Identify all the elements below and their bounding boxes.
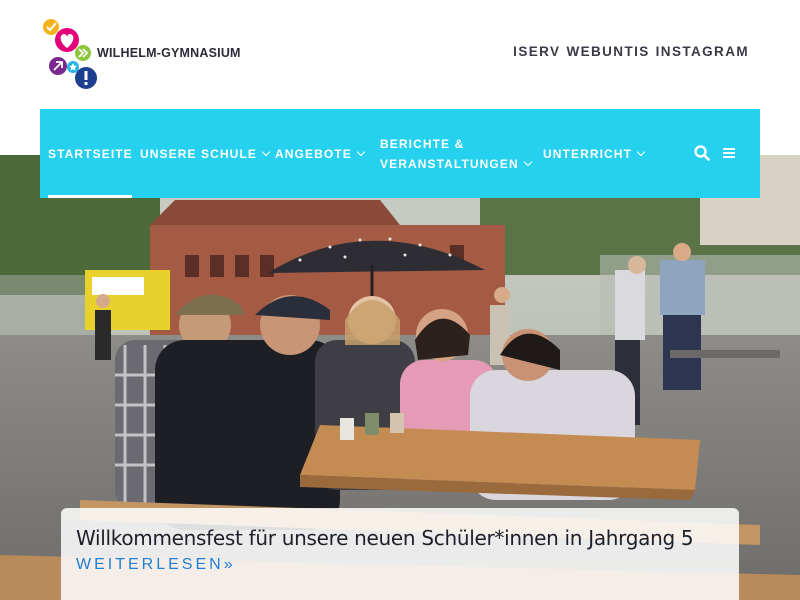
chevron-down-icon — [523, 157, 532, 167]
instagram-link[interactable]: INSTAGRAM — [656, 44, 749, 59]
nav-berichte-label-line2: VERANSTALTUNGEN — [380, 157, 519, 171]
read-more-link[interactable]: WEITERLESEN» — [76, 556, 236, 574]
chevron-down-icon — [261, 147, 271, 157]
webuntis-link[interactable]: WEBUNTIS — [566, 44, 649, 59]
top-links: ISERV WEBUNTIS INSTAGRAM — [513, 44, 749, 59]
site-logo[interactable]: WILHELM-GYMNASIUM — [42, 18, 242, 92]
hero-caption-title[interactable]: Willkommensfest für unsere neuen Schüler… — [76, 526, 694, 550]
active-nav-indicator — [48, 195, 132, 198]
iserv-link[interactable]: ISERV — [513, 44, 560, 59]
logo-text: WILHELM-GYMNASIUM — [97, 46, 241, 60]
nav-unsere-schule[interactable]: UNSERE SCHULE — [140, 144, 271, 164]
search-icon[interactable] — [693, 144, 711, 162]
nav-startseite-label: STARTSEITE — [48, 147, 133, 161]
nav-unterricht-label: UNTERRICHT — [543, 147, 632, 161]
nav-berichte-label-line1: BERICHTE & — [380, 137, 465, 151]
chevron-down-icon — [636, 147, 646, 157]
nav-unsere-schule-label: UNSERE SCHULE — [140, 147, 257, 161]
nav-berichte-veranstaltungen[interactable]: BERICHTE & VERANSTALTUNGEN — [380, 134, 532, 174]
logo-mark-icon — [43, 19, 97, 89]
nav-angebote[interactable]: ANGEBOTE — [275, 144, 366, 164]
menu-icon[interactable] — [720, 144, 738, 162]
chevron-down-icon — [356, 147, 366, 157]
nav-unterricht[interactable]: UNTERRICHT — [543, 144, 646, 164]
site-header: WILHELM-GYMNASIUM ISERV WEBUNTIS INSTAGR… — [0, 0, 800, 110]
hero-caption: Willkommensfest für unsere neuen Schüler… — [61, 508, 739, 600]
nav-startseite[interactable]: STARTSEITE — [48, 144, 133, 164]
main-nav: STARTSEITE UNSERE SCHULE ANGEBOTE BERICH… — [40, 109, 760, 198]
nav-angebote-label: ANGEBOTE — [275, 147, 352, 161]
